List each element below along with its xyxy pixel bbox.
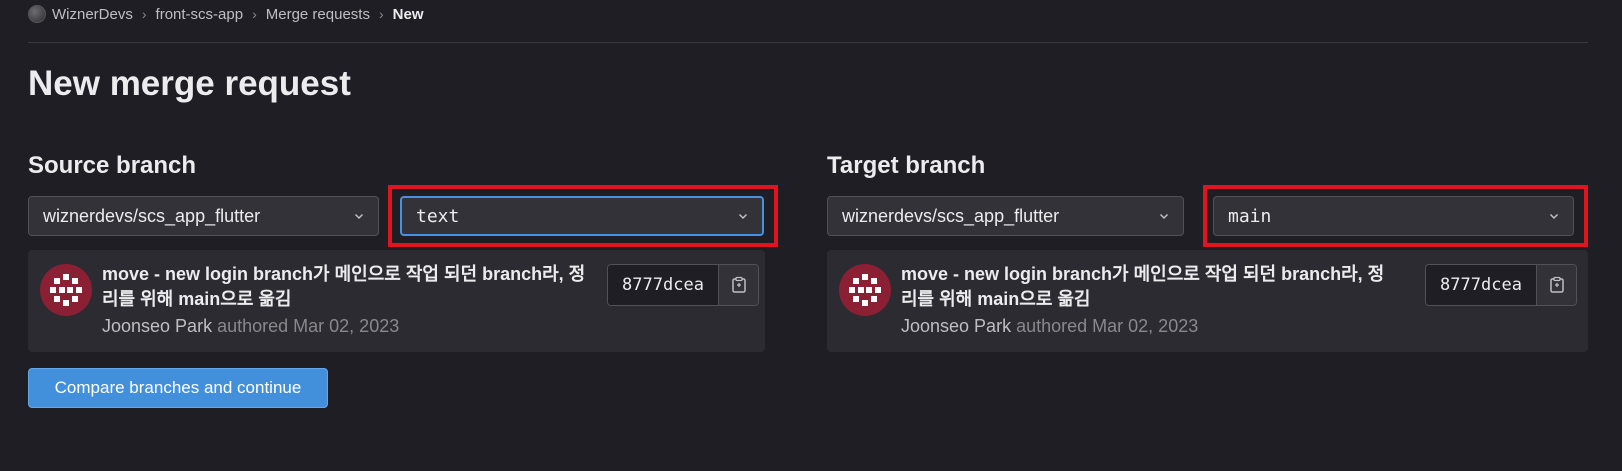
page-title: New merge request xyxy=(28,64,351,103)
target-project-value: wiznerdevs/scs_app_flutter xyxy=(842,205,1060,226)
copy-icon xyxy=(731,276,746,293)
commit-sha[interactable]: 8777dcea xyxy=(1426,265,1536,305)
commit-title[interactable]: move - new login branch가 메인으로 작업 되던 bran… xyxy=(901,262,1391,312)
source-branch-dropdown[interactable]: text xyxy=(400,196,764,236)
breadcrumb-item-project[interactable]: front-scs-app xyxy=(156,6,244,23)
header-divider xyxy=(28,42,1588,43)
source-project-value: wiznerdevs/scs_app_flutter xyxy=(43,205,261,226)
copy-sha-button[interactable] xyxy=(718,265,758,305)
breadcrumb-item-current: New xyxy=(392,5,424,23)
chevron-down-icon xyxy=(1159,213,1169,220)
commit-sha-group: 8777dcea xyxy=(1425,264,1577,306)
commit-authored-date: authored Mar 02, 2023 xyxy=(1016,316,1199,336)
commit-sha-group: 8777dcea xyxy=(607,264,759,306)
breadcrumb: WiznerDevs › front-scs-app › Merge reque… xyxy=(28,0,423,28)
breadcrumb-label[interactable]: WiznerDevs xyxy=(52,6,133,23)
source-project-dropdown[interactable]: wiznerdevs/scs_app_flutter xyxy=(28,196,379,236)
commit-author[interactable]: Joonseo Park xyxy=(102,316,212,336)
target-branch-value: main xyxy=(1228,205,1272,227)
source-commit-card: move - new login branch가 메인으로 작업 되던 bran… xyxy=(28,250,765,352)
breadcrumb-item-group[interactable]: WiznerDevs xyxy=(28,5,133,23)
commit-sha[interactable]: 8777dcea xyxy=(608,265,718,305)
chevron-down-icon xyxy=(354,213,364,220)
source-branch-section: Source branch wiznerdevs/scs_app_flutter… xyxy=(28,152,793,352)
commit-authored-date: authored Mar 02, 2023 xyxy=(217,316,400,336)
target-branch-label: Target branch xyxy=(827,152,986,179)
target-branch-section: Target branch wiznerdevs/scs_app_flutter… xyxy=(827,152,1588,352)
breadcrumb-separator: › xyxy=(252,6,257,22)
identicon-avatar xyxy=(839,264,891,316)
group-avatar xyxy=(28,5,46,23)
breadcrumb-separator: › xyxy=(378,6,384,22)
source-branch-value: text xyxy=(416,205,460,227)
breadcrumb-separator: › xyxy=(141,6,147,22)
copy-icon xyxy=(1549,276,1564,293)
compare-branches-button[interactable]: Compare branches and continue xyxy=(28,368,328,408)
chevron-down-icon xyxy=(738,213,748,220)
commit-meta: Joonseo Park authored Mar 02, 2023 xyxy=(901,316,1198,337)
chevron-down-icon xyxy=(1549,213,1559,220)
breadcrumb-item-merge-requests[interactable]: Merge requests xyxy=(266,6,370,23)
commit-author[interactable]: Joonseo Park xyxy=(901,316,1011,336)
target-project-dropdown[interactable]: wiznerdevs/scs_app_flutter xyxy=(827,196,1184,236)
copy-sha-button[interactable] xyxy=(1536,265,1576,305)
commit-title[interactable]: move - new login branch가 메인으로 작업 되던 bran… xyxy=(102,262,592,312)
target-commit-card: move - new login branch가 메인으로 작업 되던 bran… xyxy=(827,250,1588,352)
commit-meta: Joonseo Park authored Mar 02, 2023 xyxy=(102,316,399,337)
source-branch-label: Source branch xyxy=(28,152,197,179)
target-branch-dropdown[interactable]: main xyxy=(1213,196,1574,236)
identicon-avatar xyxy=(40,264,92,316)
